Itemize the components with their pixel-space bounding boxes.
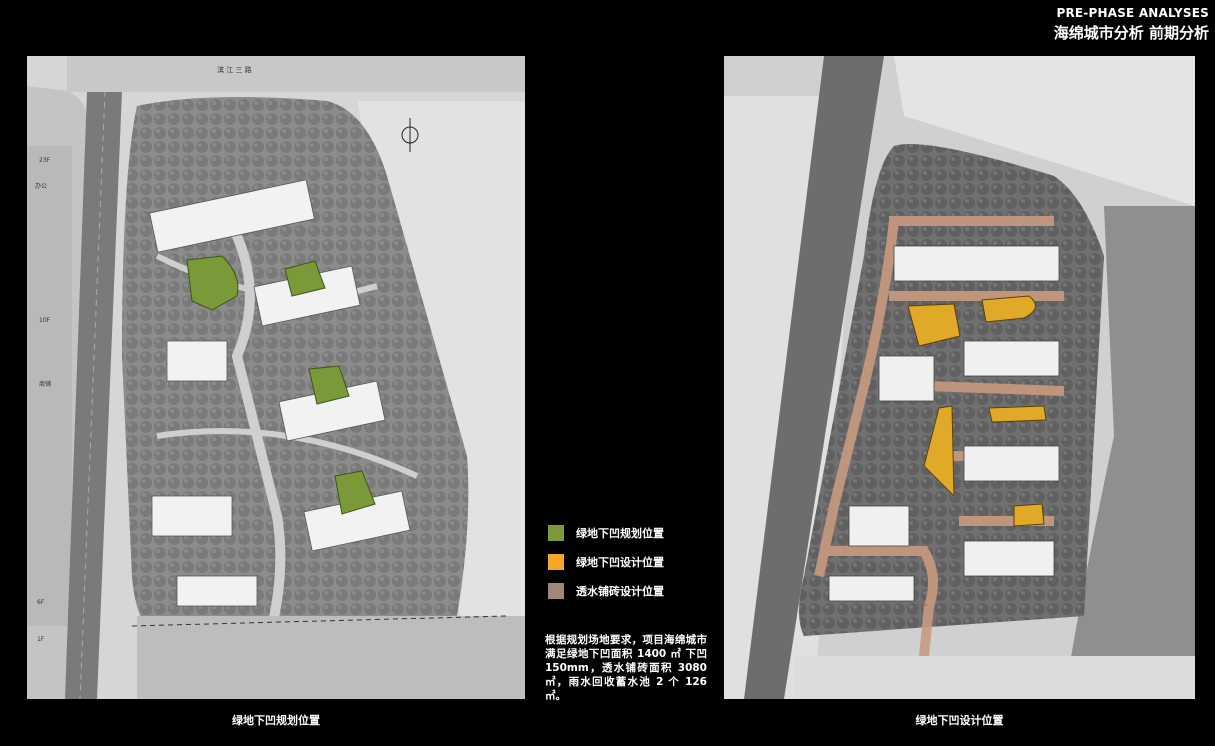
legend: 绿地下凹规划位置 绿地下凹设计位置 透水铺砖设计位置 [548,525,664,612]
left-road-label: 滨 江 三 路 [217,65,252,74]
legend-item-green: 绿地下凹规划位置 [548,525,664,541]
right-orange-zone-3 [988,405,1047,423]
right-plan-drawing [724,56,1195,699]
left-label-6f: 6F [37,599,45,606]
right-site-plan [724,56,1195,699]
left-site-plan: 滨 江 三 路 23F 办公 10F 商铺 6F 1F [27,56,525,699]
right-caption: 绿地下凹设计位置 [915,714,1004,727]
left-caption: 绿地下凹规划位置 [232,714,320,727]
legend-swatch-paving [548,583,564,599]
left-plan-drawing: 滨 江 三 路 23F 办公 10F 商铺 6F 1F [27,56,525,699]
legend-label-orange: 绿地下凹设计位置 [576,556,664,569]
legend-item-paving: 透水铺砖设计位置 [548,583,664,599]
legend-label-green: 绿地下凹规划位置 [576,527,664,540]
left-label-office: 办公 [35,182,47,190]
header-title-zh: 海绵城市分析 前期分析 [1053,24,1209,42]
left-label-23f: 23F [39,157,51,164]
page-header: PRE-PHASE ANALYSES 海绵城市分析 前期分析 [1054,6,1209,43]
description-text: 根据规划场地要求，项目海绵城市满足绿地下凹面积 1400 ㎡ 下凹 150mm，… [545,634,707,702]
legend-swatch-orange [548,554,564,570]
legend-item-orange: 绿地下凹设计位置 [548,554,664,570]
left-label-shop: 商铺 [39,380,51,388]
legend-swatch-green [548,525,564,541]
left-label-10f: 10F [39,317,51,324]
left-label-1f: 1F [37,636,45,643]
right-orange-zone-5 [1013,503,1045,527]
legend-label-paving: 透水铺砖设计位置 [576,585,664,598]
header-title-en: PRE-PHASE ANALYSES [1056,6,1209,20]
